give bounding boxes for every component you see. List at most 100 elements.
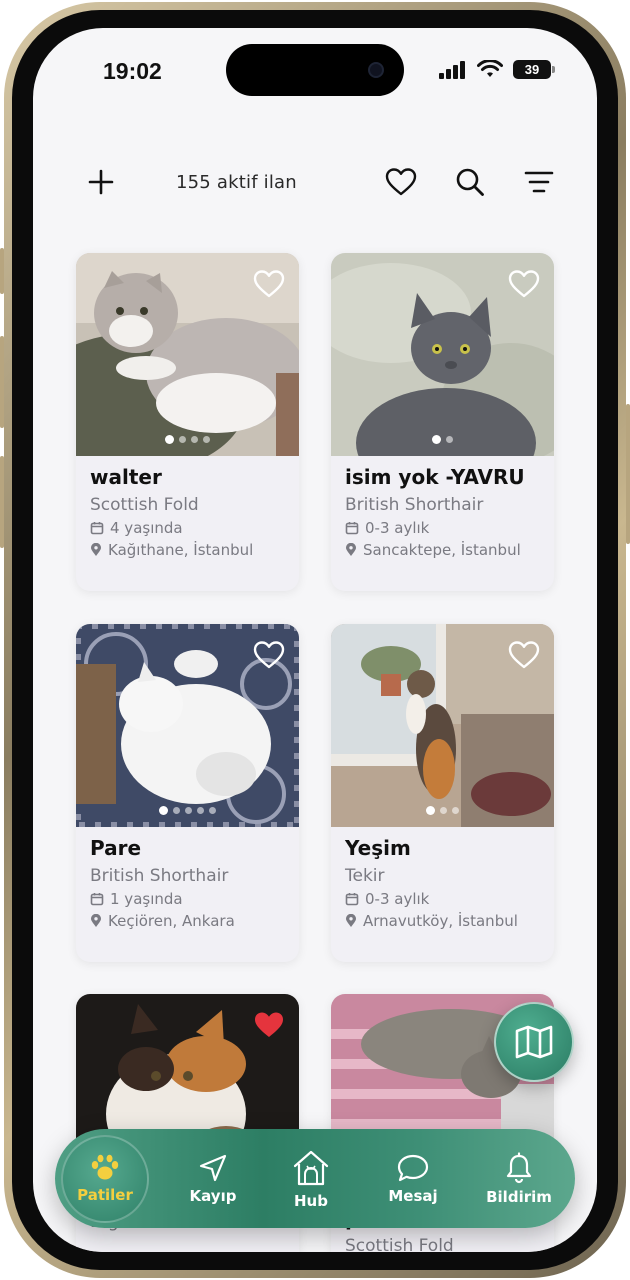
listing-card[interactable]: isim yok -YAVRU British Shorthair 0-3 ay… — [331, 253, 554, 591]
heart-outline-icon — [253, 270, 285, 298]
volume-up-button — [0, 336, 4, 428]
power-button — [626, 404, 630, 544]
pager-dot — [209, 807, 216, 814]
location-pin-icon — [346, 914, 356, 927]
pager-dot — [426, 806, 435, 815]
heart-outline-icon — [385, 168, 417, 196]
map-view-button[interactable] — [494, 1002, 574, 1082]
pet-location: Keçiören, Ankara — [90, 912, 289, 930]
listing-photo[interactable] — [76, 253, 299, 456]
photo-pager — [76, 435, 299, 444]
pager-dot — [179, 436, 186, 443]
listing-info: Pare British Shorthair 1 yaşında Keçiöre… — [90, 836, 289, 930]
pet-breed: Tekir — [345, 866, 385, 886]
listing-photo[interactable] — [331, 624, 554, 827]
map-icon — [515, 1025, 553, 1059]
nav-label: Mesaj — [388, 1186, 438, 1205]
pet-location-text: Sancaktepe, İstanbul — [363, 541, 521, 559]
bottom-navigation: Patiler Kayıp Hub Mesaj Bildirim — [55, 1129, 575, 1228]
nav-item-kayip[interactable]: Kayıp — [173, 1129, 253, 1228]
chat-bubble-icon — [397, 1154, 429, 1181]
nav-item-mesaj[interactable]: Mesaj — [371, 1129, 455, 1228]
pet-name: isim yok -YAVRU — [345, 465, 525, 489]
favorite-toggle[interactable] — [508, 640, 540, 670]
pet-age: 4 yaşında — [90, 519, 289, 537]
pager-dot — [203, 436, 210, 443]
pet-breed: Scottish Fold — [345, 1236, 454, 1252]
wifi-icon — [477, 60, 503, 77]
pager-dot — [165, 435, 174, 444]
nav-label: Hub — [294, 1191, 328, 1210]
pet-age: 0-3 aylık — [345, 519, 544, 537]
listing-info: Yeşim Tekir 0-3 aylık Arnavutköy, İstanb… — [345, 836, 544, 930]
pager-dot — [452, 807, 459, 814]
pet-breed: Scottish Fold — [90, 495, 199, 515]
nav-item-patiler[interactable]: Patiler — [61, 1135, 149, 1223]
pager-dot — [197, 807, 204, 814]
calendar-icon — [345, 522, 359, 535]
status-time: 19:02 — [103, 58, 162, 84]
favorite-toggle[interactable] — [253, 269, 285, 299]
bell-icon — [506, 1151, 532, 1183]
pet-age: 1 yaşında — [90, 890, 289, 908]
pager-dot — [446, 436, 453, 443]
pet-location-text: Arnavutköy, İstanbul — [363, 912, 518, 930]
cellular-signal-icon — [439, 60, 465, 79]
pager-dot — [173, 807, 180, 814]
add-listing-button[interactable] — [83, 164, 119, 200]
pet-house-icon — [293, 1150, 329, 1185]
listing-count: 155 aktif ilan — [176, 172, 297, 193]
favorites-button[interactable] — [383, 164, 419, 200]
status-icons: 39 — [439, 60, 555, 79]
listing-info: isim yok -YAVRU British Shorthair 0-3 ay… — [345, 465, 544, 559]
nav-item-hub[interactable]: Hub — [271, 1129, 351, 1228]
calendar-icon — [345, 893, 359, 906]
pet-name: Pare — [90, 836, 142, 860]
pet-age-text: 0-3 aylık — [365, 519, 430, 537]
pet-name: Yeşim — [345, 836, 411, 860]
calendar-icon — [90, 522, 104, 535]
listing-photo[interactable] — [76, 624, 299, 827]
favorite-toggle[interactable] — [253, 640, 285, 670]
listing-photo[interactable] — [331, 253, 554, 456]
pager-dot — [432, 435, 441, 444]
side-button — [0, 248, 4, 294]
heart-outline-icon — [253, 641, 285, 669]
listing-card[interactable]: walter Scottish Fold 4 yaşında Kağıthane… — [76, 253, 299, 591]
filter-button[interactable] — [521, 164, 557, 200]
nav-label: Patiler — [77, 1186, 133, 1204]
search-button[interactable] — [452, 164, 488, 200]
plus-icon — [88, 169, 114, 195]
camera-icon — [368, 62, 384, 78]
dynamic-island — [226, 44, 404, 96]
battery-level: 39 — [524, 62, 540, 77]
pet-age-text: 0-3 aylık — [365, 890, 430, 908]
battery-indicator: 39 — [513, 60, 555, 79]
pet-location-text: Kağıthane, İstanbul — [108, 541, 254, 559]
top-toolbar: 155 aktif ilan — [33, 156, 597, 208]
pet-name: walter — [90, 465, 162, 489]
photo-pager — [331, 435, 554, 444]
listing-info: walter Scottish Fold 4 yaşında Kağıthane… — [90, 465, 289, 559]
pet-location: Arnavutköy, İstanbul — [345, 912, 544, 930]
pager-dot — [191, 436, 198, 443]
listing-card[interactable]: Pare British Shorthair 1 yaşında Keçiöre… — [76, 624, 299, 962]
photo-pager — [76, 806, 299, 815]
favorite-toggle[interactable] — [253, 1010, 285, 1040]
calendar-icon — [90, 893, 104, 906]
pet-location: Sancaktepe, İstanbul — [345, 541, 544, 559]
favorite-toggle[interactable] — [508, 269, 540, 299]
photo-pager — [331, 806, 554, 815]
pet-breed: British Shorthair — [90, 866, 229, 886]
nav-item-bildirim[interactable]: Bildirim — [471, 1129, 567, 1228]
nav-label: Kayıp — [189, 1186, 237, 1205]
pager-dot — [185, 807, 192, 814]
app-screen: 19:02 39 155 aktif ilan walter Scottish … — [33, 28, 597, 1252]
pager-dot — [440, 807, 447, 814]
location-pin-icon — [346, 543, 356, 556]
pet-breed: British Shorthair — [345, 495, 484, 515]
listing-card[interactable]: Yeşim Tekir 0-3 aylık Arnavutköy, İstanb… — [331, 624, 554, 962]
paw-icon — [91, 1154, 119, 1180]
heart-outline-icon — [508, 641, 540, 669]
volume-down-button — [0, 456, 4, 548]
